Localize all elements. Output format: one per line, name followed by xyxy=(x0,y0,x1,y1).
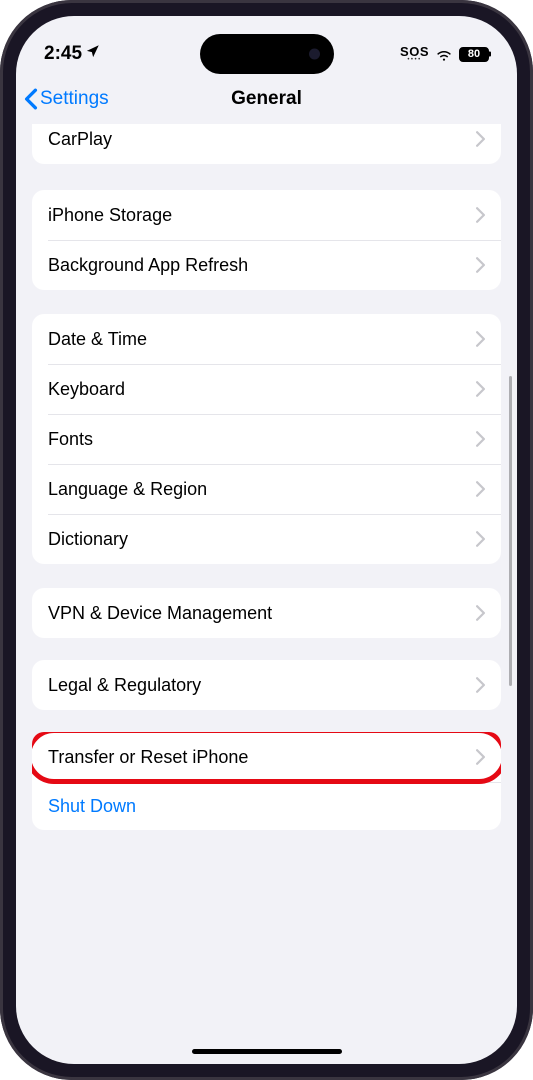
home-indicator[interactable] xyxy=(192,1049,342,1054)
row-label: Dictionary xyxy=(48,529,128,550)
chevron-right-icon xyxy=(476,531,485,547)
row-label: Fonts xyxy=(48,429,93,450)
screen: 2:45 SOS •••• 80 xyxy=(16,16,517,1064)
row-label: Legal & Regulatory xyxy=(48,675,201,696)
row-iphone-storage[interactable]: iPhone Storage xyxy=(32,190,501,240)
row-label: CarPlay xyxy=(48,129,112,150)
row-label: VPN & Device Management xyxy=(48,603,272,624)
chevron-right-icon xyxy=(476,605,485,621)
battery-indicator: 80 xyxy=(459,47,489,62)
chevron-right-icon xyxy=(476,749,485,765)
group-vpn: VPN & Device Management xyxy=(32,588,501,638)
chevron-left-icon xyxy=(24,88,38,110)
content: CarPlay iPhone Storage Background App Re… xyxy=(16,124,517,860)
chevron-right-icon xyxy=(476,257,485,273)
nav-bar: Settings General xyxy=(16,74,517,124)
row-legal-regulatory[interactable]: Legal & Regulatory xyxy=(32,660,501,710)
status-right: SOS •••• 80 xyxy=(400,45,489,63)
row-label: iPhone Storage xyxy=(48,205,172,226)
dynamic-island xyxy=(200,34,334,74)
row-background-app-refresh[interactable]: Background App Refresh xyxy=(32,240,501,290)
group-storage: iPhone Storage Background App Refresh xyxy=(32,190,501,290)
chevron-right-icon xyxy=(476,331,485,347)
chevron-right-icon xyxy=(476,677,485,693)
group-reset: Transfer or Reset iPhone Shut Down xyxy=(32,732,501,830)
group-prefs: Date & Time Keyboard Fonts xyxy=(32,314,501,564)
wifi-icon xyxy=(435,47,453,61)
row-label: Keyboard xyxy=(48,379,125,400)
row-label: Language & Region xyxy=(48,479,207,500)
chevron-right-icon xyxy=(476,481,485,497)
row-fonts[interactable]: Fonts xyxy=(32,414,501,464)
chevron-right-icon xyxy=(476,431,485,447)
row-shut-down[interactable]: Shut Down xyxy=(32,782,501,830)
group-legal: Legal & Regulatory xyxy=(32,660,501,710)
shutdown-label: Shut Down xyxy=(48,796,136,817)
chevron-right-icon xyxy=(476,207,485,223)
group-carplay: CarPlay xyxy=(32,124,501,164)
row-label: Date & Time xyxy=(48,329,147,350)
sos-indicator: SOS •••• xyxy=(400,45,429,63)
row-keyboard[interactable]: Keyboard xyxy=(32,364,501,414)
row-transfer-reset[interactable]: Transfer or Reset iPhone xyxy=(32,732,501,782)
chevron-right-icon xyxy=(476,131,485,147)
scroll-indicator[interactable] xyxy=(509,376,512,686)
status-left: 2:45 xyxy=(44,43,100,65)
row-carplay[interactable]: CarPlay xyxy=(32,124,501,164)
back-label: Settings xyxy=(40,88,109,110)
row-label: Transfer or Reset iPhone xyxy=(48,747,248,768)
row-label: Background App Refresh xyxy=(48,255,248,276)
device-frame: 2:45 SOS •••• 80 xyxy=(0,0,533,1080)
location-icon xyxy=(85,43,100,65)
row-dictionary[interactable]: Dictionary xyxy=(32,514,501,564)
row-language-region[interactable]: Language & Region xyxy=(32,464,501,514)
chevron-right-icon xyxy=(476,381,485,397)
row-date-time[interactable]: Date & Time xyxy=(32,314,501,364)
back-button[interactable]: Settings xyxy=(24,88,109,110)
row-vpn-device-management[interactable]: VPN & Device Management xyxy=(32,588,501,638)
status-time: 2:45 xyxy=(44,43,82,65)
